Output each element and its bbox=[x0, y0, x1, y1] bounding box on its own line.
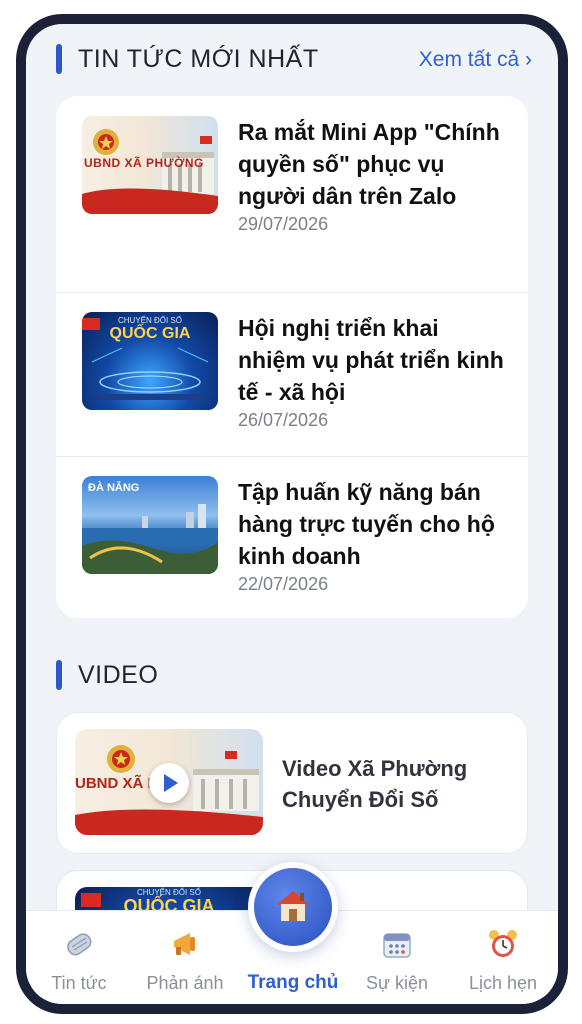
news-item-title: Ra mắt Mini App "Chính quyền số" phục vụ… bbox=[238, 119, 500, 209]
news-item-date: 22/07/2026 bbox=[238, 574, 329, 594]
video-item[interactable]: UBND XÃ PHƯ Video Xã Phường Chuyển Đổi S… bbox=[56, 712, 528, 854]
news-thumbnail: CHUYỂN ĐỔI SỐ QUỐC GIA bbox=[82, 312, 218, 410]
thumb-caption: ĐÀ NẴNG bbox=[88, 482, 140, 494]
phone-frame: TIN TỨC MỚI NHẤT Xem tất cả › UBND XÃ PH… bbox=[16, 14, 568, 1014]
tab-label: Phản ánh bbox=[146, 973, 224, 993]
news-list: UBND XÃ PHƯỜNG Ra mắt Mini App "Chính qu… bbox=[56, 96, 528, 618]
news-item-text: Ra mắt Mini App "Chính quyền số" phục vụ… bbox=[238, 116, 508, 235]
app-screen: TIN TỨC MỚI NHẤT Xem tất cả › UBND XÃ PH… bbox=[26, 24, 558, 1004]
play-icon[interactable] bbox=[149, 763, 189, 803]
divider bbox=[56, 456, 528, 457]
news-thumbnail: ĐÀ NẴNG bbox=[82, 476, 218, 574]
section-accent-bar bbox=[56, 660, 62, 690]
see-all-link[interactable]: Xem tất cả › bbox=[419, 48, 532, 72]
alarm-clock-icon bbox=[489, 930, 517, 957]
news-thumbnail: UBND XÃ PHƯỜNG bbox=[82, 116, 218, 214]
thumb-caption: UBND XÃ PHƯỜNG bbox=[84, 156, 204, 170]
home-button-circle bbox=[254, 868, 332, 946]
home-icon bbox=[277, 891, 309, 921]
news-item-title: Hội nghị triển khai nhiệm vụ phát triển … bbox=[238, 315, 504, 405]
tab-label: Lịch hẹn bbox=[468, 973, 538, 993]
newspaper-icon bbox=[67, 933, 92, 956]
tab-news[interactable]: Tin tức bbox=[26, 911, 132, 1004]
video-title: Video Xã Phường Chuyển Đổi Số bbox=[282, 756, 468, 812]
news-item-text: Hội nghị triển khai nhiệm vụ phát triển … bbox=[238, 312, 508, 431]
news-item-date: 29/07/2026 bbox=[238, 214, 329, 234]
tab-feedback[interactable]: Phản ánh bbox=[132, 911, 238, 1004]
news-section-title: TIN TỨC MỚI NHẤT bbox=[78, 44, 319, 73]
section-accent-bar bbox=[56, 44, 62, 74]
tab-label: Tin tức bbox=[51, 973, 107, 993]
divider bbox=[56, 292, 528, 293]
video-thumbnail: UBND XÃ PHƯ bbox=[75, 729, 263, 835]
thumb-caption: QUỐC GIA bbox=[109, 325, 191, 342]
megaphone-icon bbox=[174, 933, 195, 955]
thumb-subcaption: CHUYỂN ĐỔI SỐ bbox=[117, 316, 182, 325]
news-item-date: 26/07/2026 bbox=[238, 410, 329, 430]
news-section-header: TIN TỨC MỚI NHẤT bbox=[56, 44, 319, 74]
tab-home[interactable] bbox=[248, 862, 338, 952]
calendar-icon bbox=[383, 933, 411, 958]
tab-events[interactable]: Sự kiện bbox=[344, 911, 450, 1004]
tab-appointments[interactable]: Lịch hẹn bbox=[450, 911, 556, 1004]
news-item-title: Tập huấn kỹ năng bán hàng trực tuyến cho… bbox=[238, 479, 495, 569]
tab-home-label: Trang chủ bbox=[247, 972, 339, 993]
news-item-text: Tập huấn kỹ năng bán hàng trực tuyến cho… bbox=[238, 476, 508, 595]
video-section-title: VIDEO bbox=[78, 660, 159, 689]
video-section-header: VIDEO bbox=[56, 660, 158, 690]
tab-label: Sự kiện bbox=[365, 973, 429, 993]
